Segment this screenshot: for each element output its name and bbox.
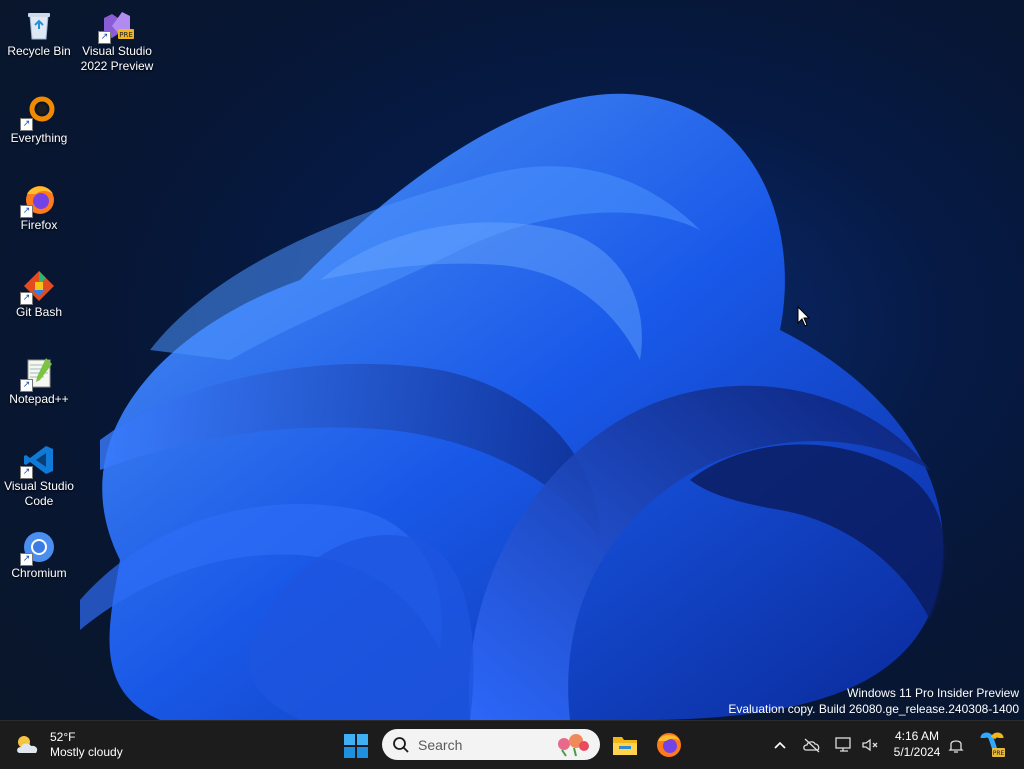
vscode-icon: ↗ bbox=[20, 443, 56, 479]
recycle-bin-icon bbox=[22, 8, 56, 42]
svg-text:PRE: PRE bbox=[993, 750, 1005, 757]
cloud-sun-icon bbox=[17, 736, 38, 753]
chevron-up-icon bbox=[774, 741, 786, 749]
desktop-icon-visual-studio-code[interactable]: ↗ Visual Studio Code bbox=[0, 437, 78, 509]
shortcut-arrow-icon: ↗ bbox=[98, 31, 111, 44]
svg-text:PRE: PRE bbox=[119, 31, 133, 39]
weather-temperature: 52°F bbox=[50, 730, 76, 744]
clock-time: 4:16 AM bbox=[894, 729, 940, 743]
shortcut-arrow-icon: ↗ bbox=[20, 292, 33, 305]
taskbar-search-box[interactable]: Search bbox=[382, 729, 600, 760]
desktop-icon-git-bash[interactable]: ↗ Git Bash bbox=[0, 263, 78, 320]
desktop-icon-label: Git Bash bbox=[15, 305, 63, 319]
git-bash-icon: ↗ bbox=[20, 269, 56, 305]
evaluation-watermark: Windows 11 Pro Insider Preview Evaluatio… bbox=[728, 685, 1019, 717]
search-placeholder: Search bbox=[418, 736, 463, 753]
notifications-button[interactable] bbox=[946, 735, 966, 755]
shortcut-arrow-icon: ↗ bbox=[20, 205, 33, 218]
network-status[interactable] bbox=[834, 735, 854, 755]
network-monitor-icon bbox=[835, 737, 851, 752]
clock-date: 5/1/2024 bbox=[893, 745, 941, 759]
bell-icon bbox=[948, 740, 964, 753]
onedrive-status[interactable] bbox=[802, 735, 822, 755]
folder-icon bbox=[613, 737, 637, 755]
taskbar-file-explorer[interactable] bbox=[611, 731, 639, 759]
shortcut-arrow-icon: ↗ bbox=[20, 118, 33, 131]
firefox-icon bbox=[657, 733, 681, 757]
weather-condition: Mostly cloudy bbox=[50, 745, 123, 759]
cloud-offline-icon bbox=[803, 738, 820, 753]
desktop-icon-label: Firefox bbox=[20, 218, 58, 232]
everything-search-icon: ↗ bbox=[20, 95, 56, 131]
speaker-muted-icon bbox=[862, 738, 878, 752]
desktop-icon-everything[interactable]: ↗ Everything bbox=[0, 89, 78, 146]
weather-widget[interactable]: 52°F Mostly cloudy bbox=[14, 729, 123, 761]
copilot-preview-icon: PRE bbox=[980, 732, 1005, 757]
shortcut-arrow-icon: ↗ bbox=[20, 379, 33, 392]
desktop-icon-label: Chromium bbox=[11, 566, 67, 580]
desktop-icon-firefox[interactable]: ↗ Firefox bbox=[0, 176, 78, 233]
firefox-icon: ↗ bbox=[20, 182, 56, 218]
taskbar-firefox[interactable] bbox=[655, 731, 683, 759]
shortcut-arrow-icon: ↗ bbox=[20, 466, 33, 479]
copilot-button[interactable]: PRE bbox=[979, 732, 1005, 758]
desktop-icon-notepad-plus-plus[interactable]: ↗ Notepad++ bbox=[0, 350, 78, 407]
search-icon bbox=[393, 736, 409, 753]
wallpaper bbox=[80, 93, 945, 720]
taskbar-clock[interactable]: 4:16 AM 5/1/2024 bbox=[887, 728, 947, 760]
watermark-line-2: Evaluation copy. Build 26080.ge_release.… bbox=[728, 702, 1019, 716]
desktop-icon-chromium[interactable]: ↗ Chromium bbox=[0, 524, 78, 581]
watermark-line-1: Windows 11 Pro Insider Preview bbox=[847, 686, 1019, 700]
desktop-icon-label: Notepad++ bbox=[9, 392, 69, 406]
volume-status[interactable] bbox=[860, 735, 880, 755]
search-highlight-flowers-icon bbox=[558, 734, 589, 757]
desktop-icon-label: Visual Studio 2022 Preview bbox=[80, 44, 154, 73]
mouse-cursor-icon bbox=[797, 306, 811, 327]
show-hidden-icons-button[interactable] bbox=[770, 735, 790, 755]
windows-logo-icon bbox=[344, 734, 368, 758]
notepad-plus-plus-icon: ↗ bbox=[20, 356, 56, 392]
desktop-icon-recycle-bin[interactable]: Recycle Bin bbox=[0, 2, 78, 59]
desktop-icon-visual-studio-2022-preview[interactable]: PRE ↗ Visual Studio 2022 Preview bbox=[78, 2, 156, 74]
visual-studio-preview-icon: PRE ↗ bbox=[98, 8, 134, 44]
chromium-icon: ↗ bbox=[20, 530, 56, 566]
start-button[interactable] bbox=[343, 733, 369, 759]
desktop-icon-label: Recycle Bin bbox=[7, 44, 71, 58]
desktop-icon-label: Visual Studio Code bbox=[4, 479, 74, 508]
taskbar: 52°F Mostly cloudy Search 4:16 AM 5/1/20… bbox=[0, 720, 1024, 769]
shortcut-arrow-icon: ↗ bbox=[20, 553, 33, 566]
desktop-icon-label: Everything bbox=[10, 131, 68, 145]
